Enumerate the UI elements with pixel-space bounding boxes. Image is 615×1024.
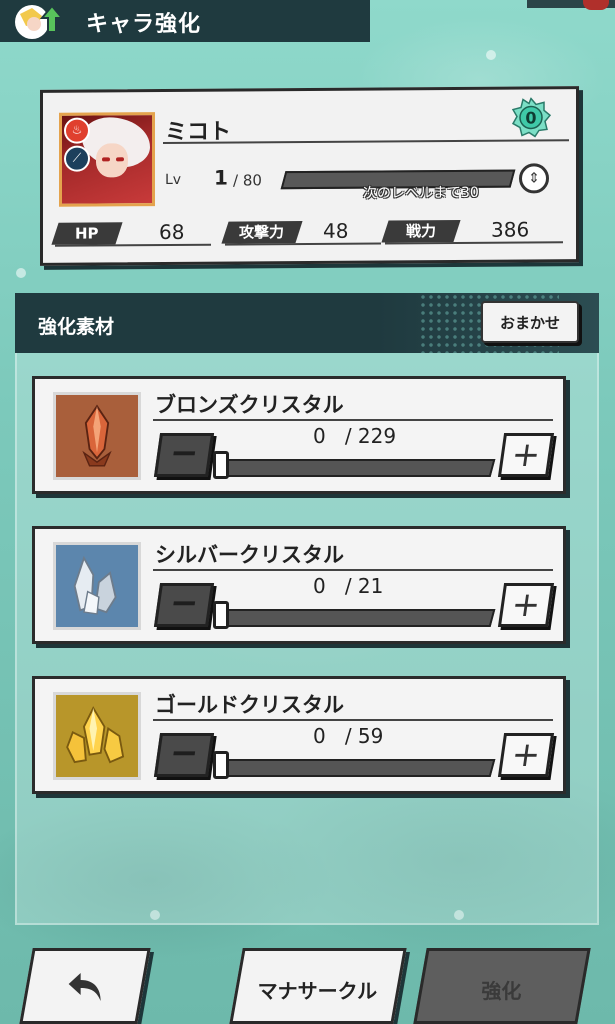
material-card-bronze: ブロンズクリスタル 0 / 229 − +: [32, 376, 566, 494]
fire-icon: ♨: [64, 117, 90, 144]
material-card-silver: シルバークリスタル 0 / 21 − +: [32, 526, 566, 644]
page-title: キャラ強化: [86, 12, 202, 37]
stat-label: 攻撃力: [221, 221, 303, 244]
divider: [153, 719, 553, 721]
divider: [153, 569, 553, 571]
gold-crystal-icon: [53, 692, 141, 780]
count-owned: / 21: [344, 574, 384, 598]
quantity-slider-handle[interactable]: [213, 451, 229, 479]
increase-button[interactable]: +: [497, 733, 555, 777]
stat-value: 386: [491, 217, 530, 242]
count-selected: 0: [313, 724, 326, 748]
decrease-button[interactable]: −: [153, 733, 215, 777]
auto-select-button[interactable]: おまかせ: [481, 301, 579, 343]
level-current: 1: [214, 165, 228, 190]
stat-label-text: 戦力: [405, 222, 436, 241]
stat-underline: [55, 243, 211, 247]
character-up-icon: [15, 4, 65, 39]
material-card-gold: ゴールドクリスタル 0 / 59 − +: [32, 676, 566, 794]
stat-label-text: 攻撃力: [239, 223, 285, 242]
enhance-button[interactable]: 強化: [413, 948, 591, 1024]
notification-badge: [583, 0, 609, 10]
stat-label: HP: [51, 222, 123, 245]
mana-circle-label: マナサークル: [257, 979, 378, 1003]
sword-icon: ⟋: [64, 145, 90, 172]
decrease-button[interactable]: −: [153, 583, 215, 627]
portrait-eye: [102, 157, 110, 162]
stat-value: 48: [323, 218, 349, 243]
increase-button[interactable]: +: [497, 433, 555, 477]
enhance-label: 強化: [481, 979, 522, 1003]
stat-value: 68: [159, 219, 185, 245]
stat-underline: [385, 241, 563, 245]
page-header: キャラ強化: [0, 0, 370, 42]
character-portrait[interactable]: ♨ ⟋: [59, 112, 155, 207]
stat-label: 戦力: [381, 219, 461, 243]
back-button[interactable]: [19, 948, 151, 1024]
back-arrow-icon: [68, 973, 101, 1001]
level-toggle-button[interactable]: ⇕: [519, 163, 549, 194]
material-count: 0 / 21: [313, 574, 383, 598]
count-owned: / 59: [344, 724, 384, 748]
quantity-slider-track[interactable]: [216, 609, 496, 627]
level-max: / 80: [233, 171, 262, 190]
rank-value: 0: [525, 108, 536, 127]
material-name: ゴールドクリスタル: [155, 693, 344, 717]
count-owned: / 229: [344, 424, 397, 448]
exp-to-next-level: 次のレベルまで30: [363, 184, 479, 202]
quantity-slider-handle[interactable]: [213, 751, 229, 779]
material-name: シルバークリスタル: [155, 543, 344, 567]
count-selected: 0: [313, 424, 326, 448]
decrease-button[interactable]: −: [153, 433, 215, 477]
mana-circle-button[interactable]: マナサークル: [229, 948, 407, 1024]
count-selected: 0: [313, 574, 326, 598]
divider: [153, 419, 553, 421]
background-sparkle: [16, 268, 26, 278]
character-card: ♨ ⟋ ミコト 0 Lv 1 / 80 次のレベルまで30 ⇕ HP 68 攻撃…: [40, 86, 579, 266]
material-count: 0 / 59: [313, 724, 383, 748]
quantity-slider-track[interactable]: [216, 459, 496, 477]
background-sparkle: [486, 50, 496, 60]
bronze-crystal-icon: [53, 392, 141, 480]
rank-gear-icon: 0: [511, 97, 551, 138]
material-count: 0 / 229: [313, 424, 396, 448]
level-label: Lv: [165, 171, 182, 189]
stat-label-text: HP: [75, 224, 99, 243]
increase-button[interactable]: +: [497, 583, 555, 627]
stat-underline: [225, 242, 381, 246]
quantity-slider-handle[interactable]: [213, 601, 229, 629]
material-name: ブロンズクリスタル: [155, 393, 344, 417]
quantity-slider-track[interactable]: [216, 759, 496, 777]
silver-crystal-icon: [53, 542, 141, 630]
portrait-eye: [116, 157, 124, 162]
materials-panel-title: 強化素材: [38, 316, 115, 338]
